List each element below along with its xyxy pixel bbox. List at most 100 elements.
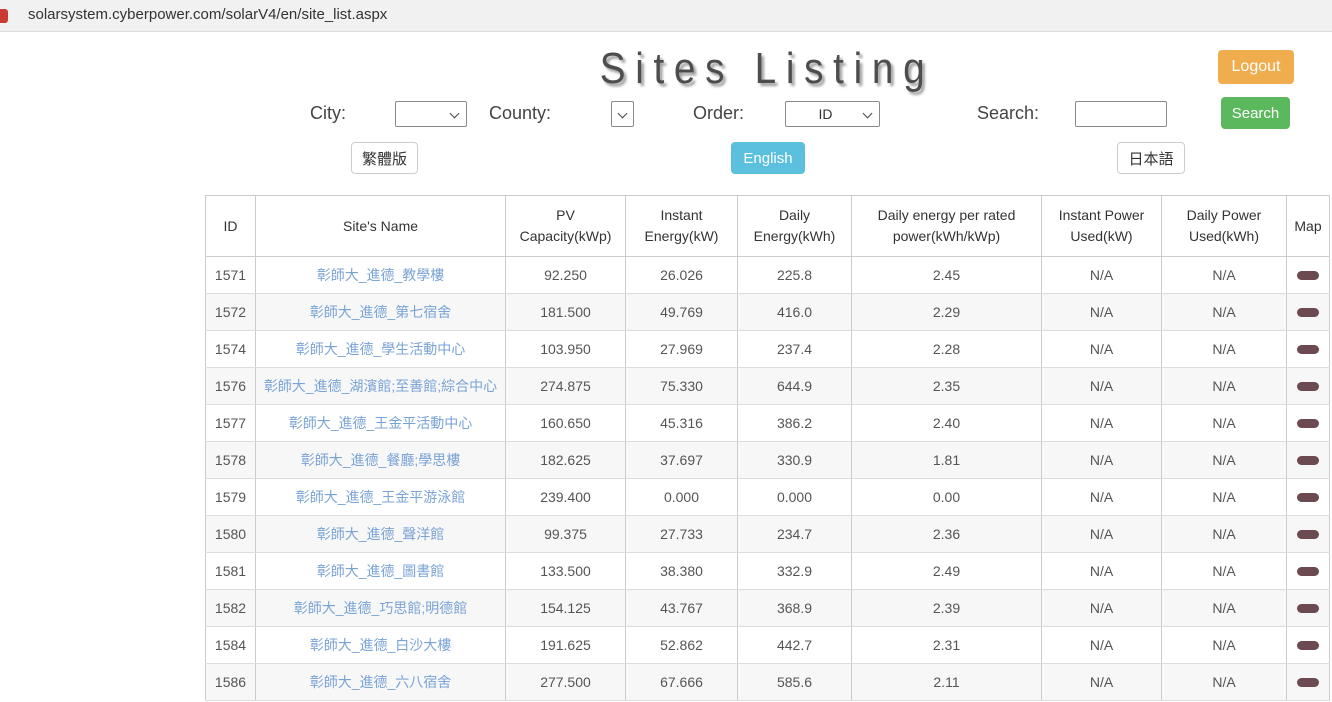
- site-name-link[interactable]: 彰師大_進德_白沙大樓: [310, 637, 452, 653]
- cell-daily-energy: 237.4: [738, 331, 852, 368]
- map-pill-icon[interactable]: [1297, 604, 1319, 613]
- site-name-link[interactable]: 彰師大_進德_第七宿舍: [310, 304, 452, 320]
- cell-site-name: 彰師大_進德_王金平游泳館: [256, 479, 506, 516]
- cell-id: 1576: [206, 368, 256, 405]
- cell-daily-energy-per-rated-power: 2.31: [852, 627, 1042, 664]
- cell-pv-capacity: 181.500: [506, 294, 626, 331]
- cell-id: 1577: [206, 405, 256, 442]
- site-name-link[interactable]: 彰師大_進德_學生活動中心: [296, 341, 466, 357]
- cell-daily-energy-per-rated-power: 2.45: [852, 257, 1042, 294]
- table-row: 1581彰師大_進德_圖書館133.50038.380332.92.49N/AN…: [206, 553, 1330, 590]
- cell-daily-power-used: N/A: [1162, 627, 1287, 664]
- map-pill-icon[interactable]: [1297, 419, 1319, 428]
- map-pill-icon[interactable]: [1297, 641, 1319, 650]
- cell-daily-energy: 332.9: [738, 553, 852, 590]
- cell-daily-power-used: N/A: [1162, 553, 1287, 590]
- cell-daily-energy-per-rated-power: 2.36: [852, 516, 1042, 553]
- map-pill-icon[interactable]: [1297, 308, 1319, 317]
- cell-daily-energy: 0.000: [738, 479, 852, 516]
- map-pill-icon[interactable]: [1297, 271, 1319, 280]
- map-pill-icon[interactable]: [1297, 678, 1319, 687]
- map-pill-icon[interactable]: [1297, 345, 1319, 354]
- cell-pv-capacity: 133.500: [506, 553, 626, 590]
- cell-site-name: 彰師大_進德_巧思館;明德館: [256, 590, 506, 627]
- cell-daily-energy: 330.9: [738, 442, 852, 479]
- lang-english-button[interactable]: English: [731, 142, 805, 174]
- map-pill-icon[interactable]: [1297, 567, 1319, 576]
- cell-instant-energy: 49.769: [626, 294, 738, 331]
- cell-daily-energy: 225.8: [738, 257, 852, 294]
- cell-instant-energy: 27.733: [626, 516, 738, 553]
- cell-instant-energy: 38.380: [626, 553, 738, 590]
- table-row: 1579彰師大_進德_王金平游泳館239.4000.0000.0000.00N/…: [206, 479, 1330, 516]
- site-name-link[interactable]: 彰師大_進德_六八宿舍: [310, 674, 452, 690]
- table-row: 1572彰師大_進德_第七宿舍181.50049.769416.02.29N/A…: [206, 294, 1330, 331]
- cell-map: [1287, 257, 1330, 294]
- url-text[interactable]: solarsystem.cyberpower.com/solarV4/en/si…: [28, 6, 387, 23]
- city-select[interactable]: [395, 101, 467, 127]
- cell-daily-energy: 644.9: [738, 368, 852, 405]
- table-header-row: IDSite's NamePV Capacity(kWp)Instant Ene…: [206, 196, 1330, 257]
- cell-daily-power-used: N/A: [1162, 516, 1287, 553]
- site-name-link[interactable]: 彰師大_進德_王金平游泳館: [296, 489, 466, 505]
- cell-pv-capacity: 274.875: [506, 368, 626, 405]
- site-name-link[interactable]: 彰師大_進德_聲洋館: [317, 526, 445, 542]
- order-select[interactable]: ID: [785, 101, 880, 127]
- cell-site-name: 彰師大_進德_白沙大樓: [256, 627, 506, 664]
- cell-daily-energy-per-rated-power: 2.11: [852, 664, 1042, 701]
- site-name-link[interactable]: 彰師大_進德_王金平活動中心: [289, 415, 473, 431]
- cell-instant-power-used: N/A: [1042, 405, 1162, 442]
- cell-id: 1582: [206, 590, 256, 627]
- search-input[interactable]: [1075, 101, 1167, 127]
- cell-pv-capacity: 277.500: [506, 664, 626, 701]
- cell-instant-energy: 0.000: [626, 479, 738, 516]
- column-header-map: Map: [1287, 196, 1330, 257]
- cell-daily-power-used: N/A: [1162, 442, 1287, 479]
- search-button[interactable]: Search: [1221, 97, 1290, 129]
- column-header-instant-energy: Instant Energy(kW): [626, 196, 738, 257]
- lang-japanese-button[interactable]: 日本語: [1117, 142, 1185, 174]
- cell-instant-power-used: N/A: [1042, 516, 1162, 553]
- site-name-link[interactable]: 彰師大_進德_巧思館;明德館: [294, 600, 467, 616]
- cell-instant-energy: 67.666: [626, 664, 738, 701]
- table-row: 1584彰師大_進德_白沙大樓191.62552.862442.72.31N/A…: [206, 627, 1330, 664]
- cell-pv-capacity: 182.625: [506, 442, 626, 479]
- site-name-link[interactable]: 彰師大_進德_教學樓: [317, 267, 445, 283]
- cell-map: [1287, 553, 1330, 590]
- table-row: 1577彰師大_進德_王金平活動中心160.65045.316386.22.40…: [206, 405, 1330, 442]
- cell-pv-capacity: 99.375: [506, 516, 626, 553]
- site-name-link[interactable]: 彰師大_進德_圖書館: [317, 563, 445, 579]
- table-row: 1582彰師大_進德_巧思館;明德館154.12543.767368.92.39…: [206, 590, 1330, 627]
- cell-instant-energy: 45.316: [626, 405, 738, 442]
- cell-site-name: 彰師大_進德_餐廳;學思樓: [256, 442, 506, 479]
- cell-id: 1571: [206, 257, 256, 294]
- column-header-daily-energy: Daily Energy(kWh): [738, 196, 852, 257]
- cell-instant-power-used: N/A: [1042, 294, 1162, 331]
- cell-site-name: 彰師大_進德_圖書館: [256, 553, 506, 590]
- column-header-instant-power-used: Instant Power Used(kW): [1042, 196, 1162, 257]
- search-label: Search:: [977, 103, 1039, 124]
- lang-traditional-chinese-button[interactable]: 繁體版: [351, 142, 418, 174]
- site-name-link[interactable]: 彰師大_進德_餐廳;學思樓: [301, 452, 460, 468]
- cell-daily-energy-per-rated-power: 0.00: [852, 479, 1042, 516]
- county-select[interactable]: [611, 101, 634, 127]
- map-pill-icon[interactable]: [1297, 493, 1319, 502]
- cell-daily-power-used: N/A: [1162, 257, 1287, 294]
- cell-daily-power-used: N/A: [1162, 405, 1287, 442]
- logout-button[interactable]: Logout: [1218, 50, 1294, 84]
- cell-map: [1287, 442, 1330, 479]
- cell-daily-energy-per-rated-power: 1.81: [852, 442, 1042, 479]
- cell-daily-power-used: N/A: [1162, 331, 1287, 368]
- url-bar[interactable]: solarsystem.cyberpower.com/solarV4/en/si…: [0, 0, 1332, 32]
- cell-daily-energy: 234.7: [738, 516, 852, 553]
- map-pill-icon[interactable]: [1297, 456, 1319, 465]
- column-header-daily-energy-per-rated-power: Daily energy per rated power(kWh/kWp): [852, 196, 1042, 257]
- cell-site-name: 彰師大_進德_六八宿舍: [256, 664, 506, 701]
- site-name-link[interactable]: 彰師大_進德_湖濱館;至善館;綜合中心: [264, 378, 497, 394]
- map-pill-icon[interactable]: [1297, 382, 1319, 391]
- cell-id: 1574: [206, 331, 256, 368]
- column-header-site-name: Site's Name: [256, 196, 506, 257]
- cell-daily-energy: 368.9: [738, 590, 852, 627]
- map-pill-icon[interactable]: [1297, 530, 1319, 539]
- cell-daily-power-used: N/A: [1162, 590, 1287, 627]
